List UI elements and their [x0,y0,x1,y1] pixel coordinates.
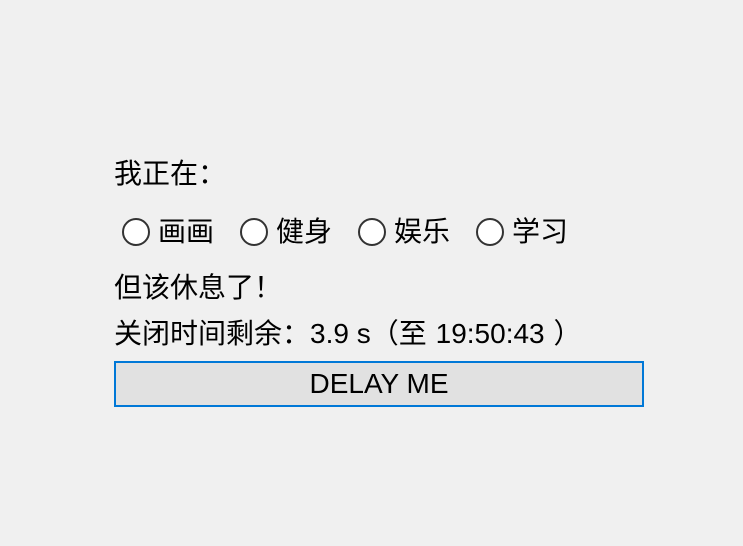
radio-circle[interactable] [240,218,269,246]
radio-circle[interactable] [358,218,387,246]
countdown-until-time: 19:50:43 [435,318,545,349]
radio-option-entertainment[interactable]: 娱乐 [358,214,450,250]
radio-label[interactable]: 画画 [158,214,214,250]
radio-label[interactable]: 学习 [512,214,568,250]
countdown-remaining: 3.9 s [310,318,371,349]
activity-radio-group: 画画 健身 娱乐 学习 [122,212,594,252]
countdown-line: 关闭时间剩余：3.9 s（至 19:50:43 ） [114,316,582,352]
countdown-prefix: 关闭时间剩余： [114,317,311,350]
radio-circle[interactable] [476,218,505,246]
radio-label[interactable]: 娱乐 [394,214,450,250]
radio-option-study[interactable]: 学习 [476,214,568,250]
countdown-until-close: ） [544,317,582,350]
radio-circle[interactable] [122,218,150,246]
status-label: 我正在： [114,157,227,190]
radio-option-fitness[interactable]: 健身 [240,214,332,250]
radio-label[interactable]: 健身 [276,214,332,250]
radio-option-drawing[interactable]: 画画 [122,214,214,250]
countdown-until-open: （至 [370,317,436,350]
delay-me-button[interactable]: DELAY ME [114,361,644,407]
rest-message: 但该休息了！ [114,271,283,304]
